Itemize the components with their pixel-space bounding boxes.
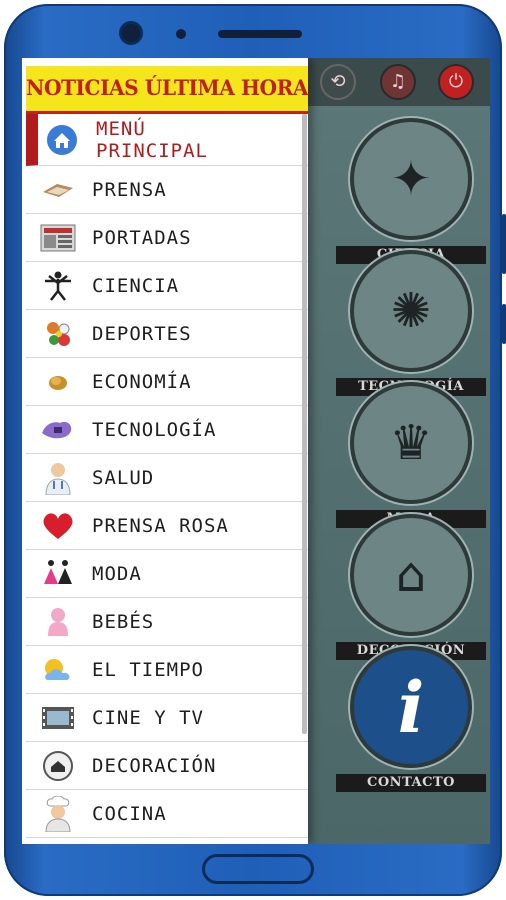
sports-balls-icon bbox=[38, 317, 78, 351]
menu-item-portadas[interactable]: PORTADAS bbox=[26, 214, 308, 262]
menu-item-salud[interactable]: SALUD bbox=[26, 454, 308, 502]
technology-icon: ✺ bbox=[350, 250, 472, 372]
menu-item-deportes[interactable]: DEPORTES bbox=[26, 310, 308, 358]
fashion-icon: ♛ bbox=[350, 382, 472, 504]
phone-screen: ⟲ ♫ ⏻ ✦ CIENCIA ✺ TECNOLOGÍA ♛ MODA ⌂ DE… bbox=[22, 58, 490, 844]
menu-item-label: COCINA bbox=[92, 802, 167, 825]
proximity-sensor bbox=[176, 29, 186, 39]
menu-item-ciencia[interactable]: CIENCIA bbox=[26, 262, 308, 310]
tile-ciencia[interactable]: ✦ CIENCIA bbox=[336, 118, 486, 264]
menu-item-label: CINE Y TV bbox=[92, 706, 204, 729]
power-icon[interactable]: ⏻ bbox=[438, 64, 474, 100]
bell-icon[interactable]: ♫ bbox=[380, 64, 416, 100]
front-camera bbox=[122, 24, 140, 42]
menu-item-economia[interactable]: ECONOMÍA bbox=[26, 358, 308, 406]
volume-button bbox=[502, 214, 506, 274]
menu-item-bebes[interactable]: BEBÉS bbox=[26, 598, 308, 646]
film-icon bbox=[38, 701, 78, 735]
fashion-icon bbox=[38, 557, 78, 591]
tile-tecnologia[interactable]: ✺ TECNOLOGÍA bbox=[336, 250, 486, 396]
menu-item-label: BEBÉS bbox=[92, 610, 155, 633]
earpiece-speaker bbox=[218, 30, 302, 38]
navigation-drawer: NOTICIAS ÚLTIMA HORA MENÚ PRINCIPAL PREN… bbox=[22, 58, 309, 844]
vitruvian-man-icon bbox=[38, 269, 78, 303]
baby-icon bbox=[38, 605, 78, 639]
newspaper-icon bbox=[38, 173, 78, 207]
menu-item-tecnologia[interactable]: TECNOLOGÍA bbox=[26, 406, 308, 454]
home-button[interactable] bbox=[202, 854, 314, 884]
menu-item-cine-y-tv[interactable]: CINE Y TV bbox=[26, 694, 308, 742]
tile-label: CONTACTO bbox=[336, 774, 486, 792]
menu-item-prensa-rosa[interactable]: PRENSA ROSA bbox=[26, 502, 308, 550]
app-title: NOTICIAS ÚLTIMA HORA bbox=[26, 75, 309, 100]
menu-item-label: ECONOMÍA bbox=[92, 370, 192, 393]
phone-top-bezel bbox=[4, 4, 502, 64]
drawer-header: NOTICIAS ÚLTIMA HORA bbox=[26, 66, 309, 114]
menu-item-label: SALUD bbox=[92, 466, 155, 489]
menu-item-label: DEPORTES bbox=[92, 322, 192, 345]
coins-icon bbox=[38, 365, 78, 399]
menu-item-menu-principal[interactable]: MENÚ PRINCIPAL bbox=[26, 114, 308, 166]
menu-item-label: EL TIEMPO bbox=[92, 658, 204, 681]
front-pages-icon bbox=[38, 221, 78, 255]
doctor-icon bbox=[38, 461, 78, 495]
menu-item-el-tiempo[interactable]: EL TIEMPO bbox=[26, 646, 308, 694]
power-side-button bbox=[502, 304, 506, 344]
menu-item-label: DECORACIÓN bbox=[92, 754, 217, 777]
menu-item-label: PRENSA bbox=[92, 178, 167, 201]
vitruvian-man-icon: ✦ bbox=[350, 118, 472, 240]
decoration-icon bbox=[38, 749, 78, 783]
menu-item-prensa[interactable]: PRENSA bbox=[26, 166, 308, 214]
tile-contacto[interactable]: i CONTACTO bbox=[336, 646, 486, 792]
menu-item-decoracion[interactable]: DECORACIÓN bbox=[26, 742, 308, 790]
menu-item-label: CIENCIA bbox=[92, 274, 180, 297]
menu-item-label: TECNOLOGÍA bbox=[92, 418, 217, 441]
phone-frame: ⟲ ♫ ⏻ ✦ CIENCIA ✺ TECNOLOGÍA ♛ MODA ⌂ DE… bbox=[4, 4, 506, 896]
menu-item-label: MENÚ PRINCIPAL bbox=[96, 117, 208, 162]
chef-icon bbox=[38, 795, 78, 832]
heart-icon bbox=[38, 509, 78, 543]
info-icon: i bbox=[350, 646, 472, 768]
share-icon[interactable]: ⟲ bbox=[320, 64, 356, 100]
menu-item-moda[interactable]: MODA bbox=[26, 550, 308, 598]
tile-decoracion[interactable]: ⌂ DECORACIÓN bbox=[336, 514, 486, 660]
menu-item-label: MODA bbox=[92, 562, 142, 585]
technology-icon bbox=[38, 413, 78, 447]
menu-item-cocina[interactable]: COCINA bbox=[26, 790, 308, 838]
drawer-scrollbar[interactable] bbox=[302, 114, 307, 734]
tile-moda[interactable]: ♛ MODA bbox=[336, 382, 486, 528]
menu-item-label: PORTADAS bbox=[92, 226, 192, 249]
menu-item-label: PRENSA ROSA bbox=[92, 514, 229, 537]
house-icon: ⌂ bbox=[350, 514, 472, 636]
home-icon bbox=[42, 123, 82, 157]
weather-icon bbox=[38, 653, 78, 687]
drawer-menu: MENÚ PRINCIPAL PRENSA PORTADAS CIENCIA D… bbox=[26, 114, 308, 838]
